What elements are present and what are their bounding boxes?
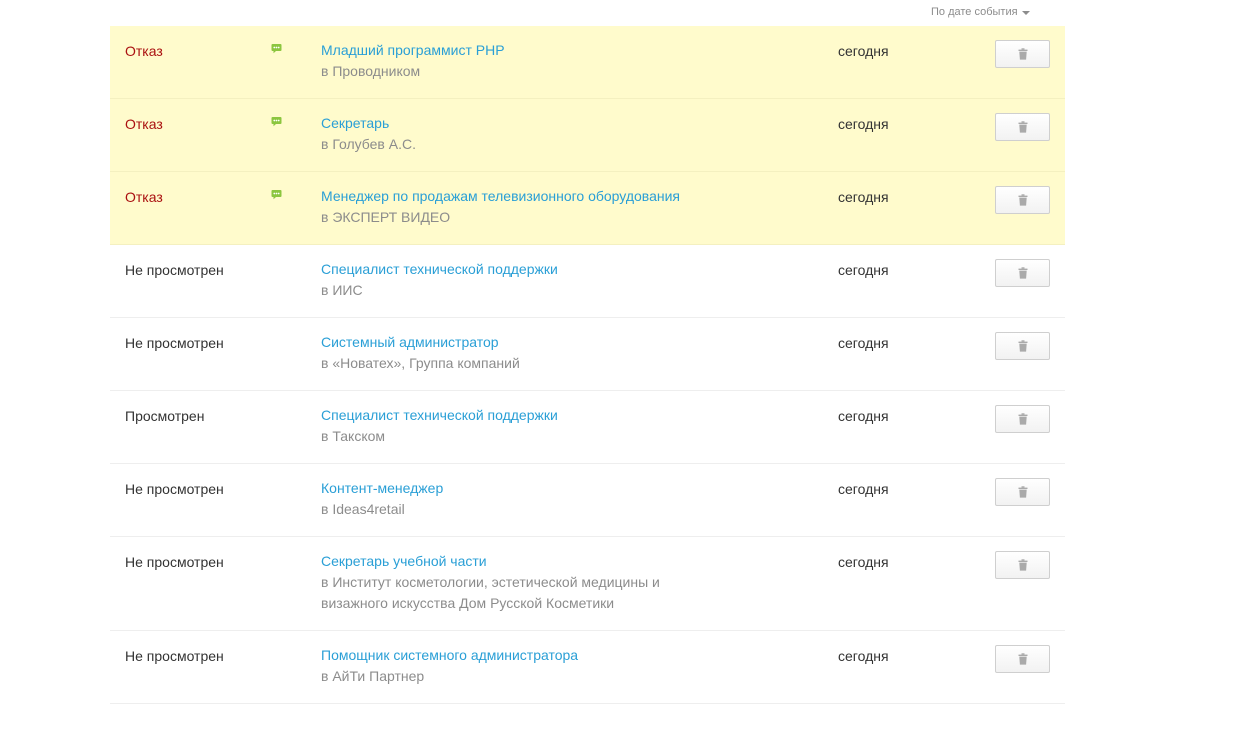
vacancy-info: Системный администратор в «Новатех», Гру… [321,332,701,374]
company-name: в ЭКСПЕРТ ВИДЕО [321,209,451,225]
speech-bubble-icon[interactable] [271,43,282,54]
vacancy-link[interactable]: Помощник системного администратора [321,645,701,666]
vacancy-link[interactable]: Специалист технической поддержки [321,405,701,426]
delete-button[interactable] [995,645,1050,673]
sort-by-event-date[interactable]: По дате события [931,6,1030,18]
vacancy-link[interactable]: Системный администратор [321,332,701,353]
delete-button[interactable] [995,478,1050,506]
trash-icon [1018,413,1027,425]
delete-button[interactable] [995,40,1050,68]
response-status: Не просмотрен [125,335,224,351]
vacancy-info: Младший программист PHP в Проводником [321,40,701,82]
vacancy-info: Секретарь учебной части в Институт косме… [321,551,701,614]
response-status: Не просмотрен [125,554,224,570]
response-date: сегодня [838,262,889,278]
response-row: Не просмотрен Системный администратор в … [110,318,1065,391]
delete-button[interactable] [995,405,1050,433]
responses-list: Отказ Младший программист PHP в Проводни… [110,26,1065,704]
delete-button[interactable] [995,259,1050,287]
response-row: Отказ Секретарь в Голубев А.С. сегодня [110,99,1065,172]
vacancy-link[interactable]: Секретарь учебной части [321,551,701,572]
speech-bubble-icon[interactable] [271,116,282,127]
response-date: сегодня [838,554,889,570]
company-name: в Голубев А.С. [321,136,416,152]
speech-bubble-icon[interactable] [271,189,282,200]
vacancy-link[interactable]: Менеджер по продажам телевизионного обор… [321,186,701,207]
response-status: Не просмотрен [125,481,224,497]
vacancy-info: Специалист технической поддержки в ИИС [321,259,701,301]
company-name: в «Новатех», Группа компаний [321,355,520,371]
vacancy-link[interactable]: Специалист технической поддержки [321,259,701,280]
trash-icon [1018,559,1027,571]
trash-icon [1018,340,1027,352]
vacancy-info: Контент-менеджер в Ideas4retail [321,478,701,520]
company-name: в ИИС [321,282,363,298]
response-date: сегодня [838,481,889,497]
vacancy-link[interactable]: Младший программист PHP [321,40,701,61]
response-status: Отказ [125,43,163,59]
response-date: сегодня [838,116,889,132]
vacancy-info: Специалист технической поддержки в Такск… [321,405,701,447]
caret-down-icon [1021,10,1030,15]
response-status: Просмотрен [125,408,205,424]
trash-icon [1018,121,1027,133]
response-date: сегодня [838,43,889,59]
vacancy-link[interactable]: Секретарь [321,113,701,134]
company-name: в АйТи Партнер [321,668,425,684]
response-row: Отказ Менеджер по продажам телевизионног… [110,172,1065,245]
response-row: Не просмотрен Секретарь учебной части в … [110,537,1065,631]
response-date: сегодня [838,335,889,351]
vacancy-info: Помощник системного администратора в АйТ… [321,645,701,687]
trash-icon [1018,486,1027,498]
sort-label: По дате события [931,6,1018,18]
company-name: в Институт косметологии, эстетической ме… [321,574,660,611]
delete-button[interactable] [995,332,1050,360]
delete-button[interactable] [995,186,1050,214]
vacancy-info: Менеджер по продажам телевизионного обор… [321,186,701,228]
response-row: Просмотрен Специалист технической поддер… [110,391,1065,464]
company-name: в Проводником [321,63,421,79]
response-date: сегодня [838,648,889,664]
response-date: сегодня [838,189,889,205]
trash-icon [1018,653,1027,665]
response-row: Не просмотрен Помощник системного админи… [110,631,1065,704]
company-name: в Ideas4retail [321,501,405,517]
response-row: Отказ Младший программист PHP в Проводни… [110,26,1065,99]
response-date: сегодня [838,408,889,424]
company-name: в Такском [321,428,386,444]
vacancy-link[interactable]: Контент-менеджер [321,478,701,499]
delete-button[interactable] [995,551,1050,579]
vacancy-info: Секретарь в Голубев А.С. [321,113,701,155]
response-status: Не просмотрен [125,648,224,664]
response-status: Не просмотрен [125,262,224,278]
response-row: Не просмотрен Специалист технической под… [110,245,1065,318]
response-row: Не просмотрен Контент-менеджер в Ideas4r… [110,464,1065,537]
delete-button[interactable] [995,113,1050,141]
response-status: Отказ [125,189,163,205]
trash-icon [1018,194,1027,206]
trash-icon [1018,267,1027,279]
response-status: Отказ [125,116,163,132]
trash-icon [1018,48,1027,60]
